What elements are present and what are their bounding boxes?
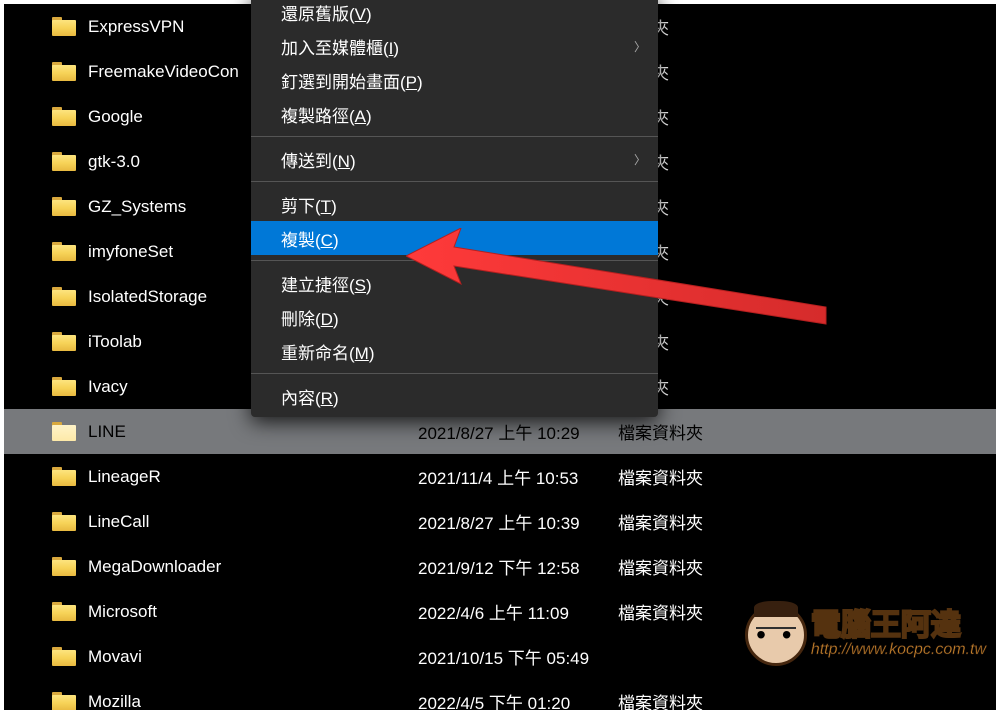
menu-item-label: 加入至媒體櫃(I) (281, 34, 399, 59)
menu-item-label: 複製(C) (281, 226, 339, 251)
menu-item-label: 釘選到開始畫面(P) (281, 68, 423, 93)
menu-item[interactable]: 內容(R) (251, 379, 658, 413)
folder-icon (52, 422, 76, 441)
menu-item[interactable]: 加入至媒體櫃(I) 〉 (251, 29, 658, 63)
file-name: MegaDownloader (88, 557, 418, 577)
menu-item[interactable]: 剪下(T) (251, 187, 658, 221)
menu-item-label: 複製路徑(A) (281, 102, 372, 127)
file-row[interactable]: LineCall2021/8/27 上午 10:39檔案資料夾 (4, 499, 996, 544)
menu-item[interactable]: 複製(C) (251, 221, 658, 255)
file-name: Microsoft (88, 602, 418, 622)
folder-icon (52, 107, 76, 126)
file-date: 2021/11/4 上午 10:53 (418, 464, 618, 489)
file-date: 2022/4/6 上午 11:09 (418, 599, 618, 624)
menu-item-label: 內容(R) (281, 384, 339, 409)
file-name: LINE (88, 422, 418, 442)
menu-item-label: 建立捷徑(S) (281, 271, 372, 296)
file-date: 2021/8/27 上午 10:29 (418, 419, 618, 444)
file-row[interactable]: Microsoft2022/4/6 上午 11:09檔案資料夾 (4, 589, 996, 634)
folder-icon (52, 242, 76, 261)
file-date: 2021/10/15 下午 05:49 (418, 644, 618, 669)
folder-icon (52, 467, 76, 486)
menu-separator (251, 373, 658, 374)
menu-item[interactable]: 重新命名(M) (251, 334, 658, 368)
menu-item-label: 刪除(D) (281, 305, 339, 330)
folder-icon (52, 197, 76, 216)
file-name: LineCall (88, 512, 418, 532)
file-type: 檔案資料夾 (618, 689, 703, 710)
file-date: 2021/9/12 下午 12:58 (418, 554, 618, 579)
file-row[interactable]: LineageR2021/11/4 上午 10:53檔案資料夾 (4, 454, 996, 499)
menu-item[interactable]: 還原舊版(V) (251, 0, 658, 29)
menu-item-label: 還原舊版(V) (281, 0, 372, 25)
folder-icon (52, 287, 76, 306)
folder-icon (52, 512, 76, 531)
folder-icon (52, 152, 76, 171)
menu-separator (251, 181, 658, 182)
folder-icon (52, 692, 76, 710)
menu-item-label: 傳送到(N) (281, 147, 356, 172)
file-type: 檔案資料夾 (618, 554, 703, 579)
file-name: LineageR (88, 467, 418, 487)
file-name: Mozilla (88, 692, 418, 711)
folder-icon (52, 557, 76, 576)
file-type: 檔案資料夾 (618, 464, 703, 489)
folder-icon (52, 377, 76, 396)
menu-item[interactable]: 刪除(D) (251, 300, 658, 334)
folder-icon (52, 62, 76, 81)
folder-icon (52, 17, 76, 36)
menu-separator (251, 260, 658, 261)
submenu-arrow-icon: 〉 (634, 38, 646, 55)
menu-item[interactable]: 傳送到(N) 〉 (251, 142, 658, 176)
context-menu: 還原舊版(V)加入至媒體櫃(I)〉釘選到開始畫面(P)複製路徑(A)傳送到(N)… (251, 0, 658, 417)
folder-icon (52, 332, 76, 351)
menu-separator (251, 136, 658, 137)
file-type: 檔案資料夾 (618, 419, 703, 444)
file-row[interactable]: Movavi2021/10/15 下午 05:49 (4, 634, 996, 679)
file-date: 2022/4/5 下午 01:20 (418, 689, 618, 710)
menu-item-label: 重新命名(M) (281, 339, 375, 364)
file-type: 檔案資料夾 (618, 599, 703, 624)
folder-icon (52, 647, 76, 666)
menu-item[interactable]: 釘選到開始畫面(P) (251, 63, 658, 97)
file-name: Movavi (88, 647, 418, 667)
submenu-arrow-icon: 〉 (634, 151, 646, 168)
menu-item-label: 剪下(T) (281, 192, 337, 217)
folder-icon (52, 602, 76, 621)
menu-item[interactable]: 複製路徑(A) (251, 97, 658, 131)
file-row[interactable]: Mozilla2022/4/5 下午 01:20檔案資料夾 (4, 679, 996, 710)
file-row[interactable]: MegaDownloader2021/9/12 下午 12:58檔案資料夾 (4, 544, 996, 589)
menu-item[interactable]: 建立捷徑(S) (251, 266, 658, 300)
file-type: 檔案資料夾 (618, 509, 703, 534)
file-date: 2021/8/27 上午 10:39 (418, 509, 618, 534)
